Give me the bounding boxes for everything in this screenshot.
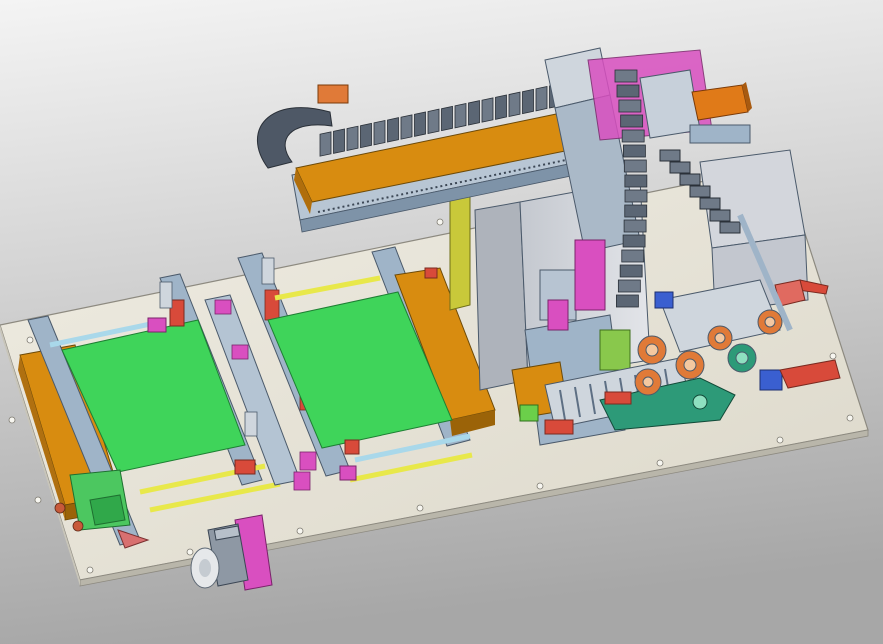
machine-3d-model xyxy=(0,0,883,644)
cable-chain-link xyxy=(495,94,507,120)
vertical-chain-link xyxy=(616,84,640,98)
cable-chain-link xyxy=(508,91,521,117)
cable-chain-link xyxy=(333,128,345,154)
vertical-chain-link xyxy=(614,69,638,83)
cable-chain-link xyxy=(387,117,399,143)
cable-chain-link xyxy=(319,131,332,157)
vertical-chain-link xyxy=(669,161,691,174)
vertical-chain-link xyxy=(623,159,647,173)
cable-end-bracket xyxy=(317,84,349,104)
vertical-chain-link xyxy=(619,264,643,278)
vertical-chain-link xyxy=(689,185,711,198)
vertical-chain-link xyxy=(699,197,721,210)
cable-chain-link xyxy=(535,86,548,112)
cable-chain-link xyxy=(414,111,426,137)
cable-chain-link xyxy=(468,100,480,126)
cable-chain-link xyxy=(360,122,372,149)
cable-chain-link xyxy=(373,120,386,146)
vertical-chain-link xyxy=(659,149,681,162)
cable-chain-link xyxy=(522,88,534,115)
vertical-chain-link xyxy=(621,129,645,143)
vertical-chain-link xyxy=(624,189,648,203)
cable-chain-link xyxy=(454,103,467,129)
cable-chain-link xyxy=(427,108,440,134)
cable-chain-link xyxy=(346,125,359,151)
vertical-chain-link xyxy=(623,144,646,158)
cable-chain-link xyxy=(441,105,453,132)
vertical-chain-link xyxy=(618,99,642,113)
cad-viewport[interactable] xyxy=(0,0,883,644)
vertical-chain-link xyxy=(624,204,648,218)
cable-chain-link xyxy=(481,97,494,123)
vertical-chain-link xyxy=(620,114,644,128)
vertical-chain-link xyxy=(624,174,648,188)
vertical-chain-link xyxy=(623,219,647,233)
vertical-chain-link xyxy=(709,209,731,222)
vertical-chain-link xyxy=(616,294,639,308)
vertical-chain-link xyxy=(617,279,641,293)
cable-chain-link xyxy=(400,114,413,140)
vertical-chain-link xyxy=(621,249,645,263)
vertical-chain-link xyxy=(679,173,701,186)
vertical-chain-link xyxy=(622,234,646,248)
vertical-chain-link xyxy=(719,221,741,234)
